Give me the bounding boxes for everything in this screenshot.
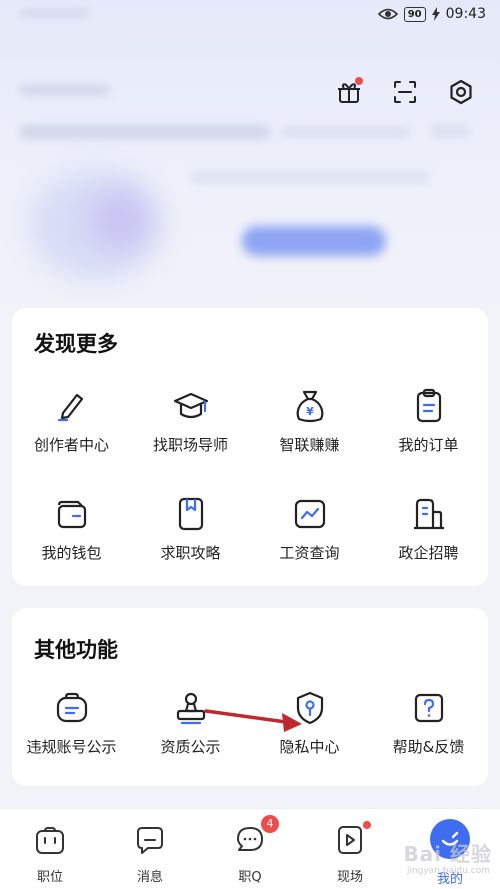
briefcase-icon [33, 823, 67, 857]
annotation-arrow [204, 709, 302, 732]
nav-item-zhiq[interactable]: 4 职Q [200, 809, 300, 889]
watermark-url: jingyan.baidu.com [406, 866, 490, 876]
watermark: Bai 经验 [403, 842, 492, 866]
chat-q-icon: 4 [233, 815, 279, 857]
nav-item-messages[interactable]: 消息 [100, 809, 200, 889]
video-play-icon [333, 821, 371, 857]
nav-item-live[interactable]: 现场 [300, 809, 400, 889]
message-icon [133, 823, 167, 857]
notification-badge: 4 [261, 815, 279, 833]
nav-label: 职位 [36, 870, 63, 885]
nav-label: 现场 [336, 870, 363, 885]
live-notification-dot [363, 821, 371, 829]
nav-label: 消息 [136, 870, 163, 885]
nav-item-jobs[interactable]: 职位 [0, 809, 100, 889]
nav-label: 职Q [238, 870, 262, 885]
